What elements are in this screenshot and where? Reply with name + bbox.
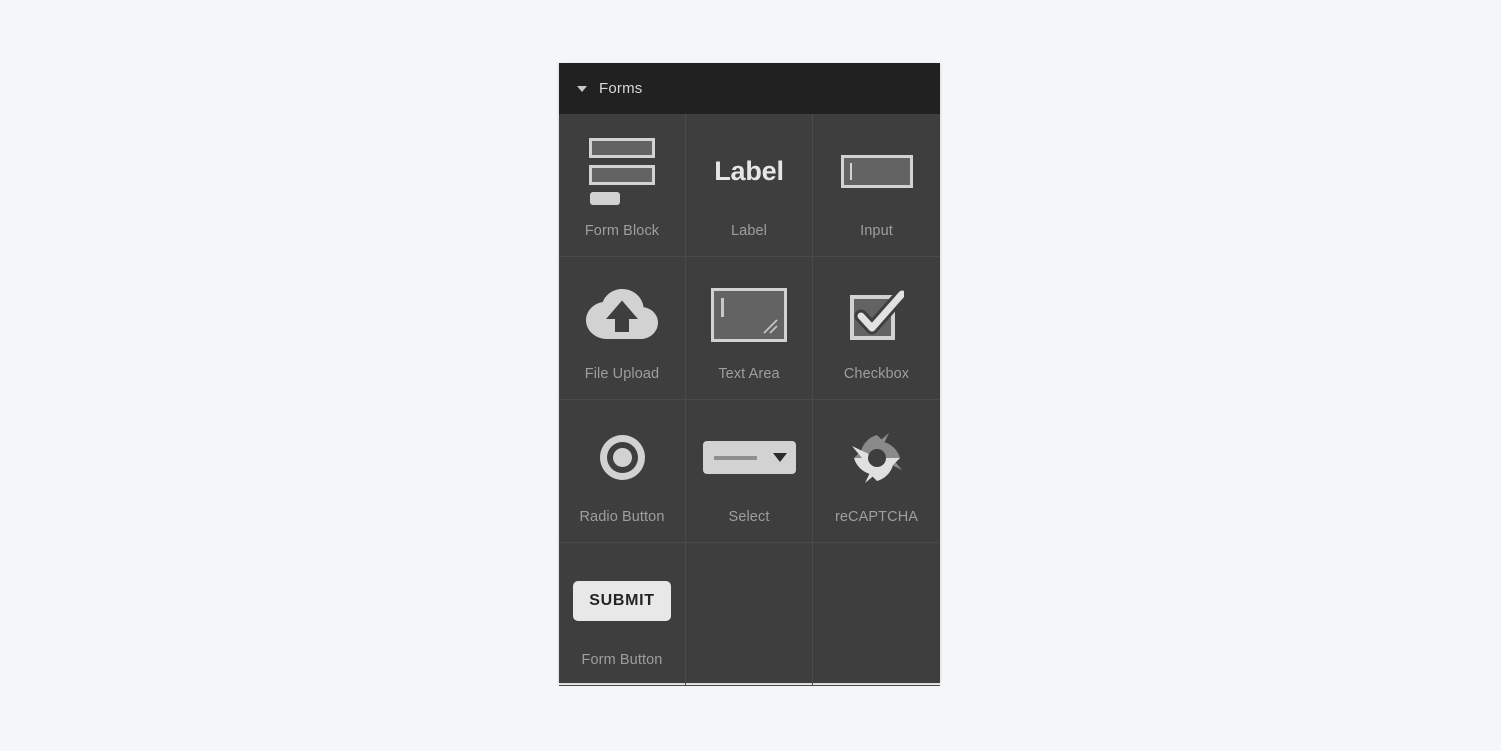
element-item-select[interactable]: Select	[686, 400, 813, 543]
screen: Forms Form Block Label Label Input File …	[0, 0, 1501, 751]
label-icon: Label	[686, 114, 812, 223]
element-label: Label	[731, 223, 767, 239]
forms-panel: Forms Form Block Label Label Input File …	[559, 63, 940, 686]
element-label: Checkbox	[843, 366, 910, 382]
chevron-down-icon[interactable]	[575, 82, 589, 96]
element-item-checkbox[interactable]: Checkbox	[813, 257, 940, 400]
checkbox-icon	[813, 257, 940, 366]
element-label: File Upload	[584, 366, 660, 382]
label-glyph-text: Label	[714, 156, 784, 186]
forms-element-grid: Form Block Label Label Input File Upload…	[559, 114, 940, 686]
element-label: reCAPTCHA	[834, 509, 919, 525]
input-field-icon	[813, 114, 940, 223]
element-label: Text Area	[718, 366, 780, 382]
element-item-input[interactable]: Input	[813, 114, 940, 257]
element-item-label[interactable]: Label Label	[686, 114, 813, 257]
recaptcha-refresh-icon	[813, 400, 940, 509]
element-label: Input	[860, 223, 893, 239]
cloud-upload-icon	[559, 257, 685, 366]
panel-title: Forms	[599, 80, 643, 97]
form-block-icon	[559, 114, 685, 223]
submit-button-icon: SUBMIT	[559, 543, 685, 652]
element-label: Radio Button	[579, 509, 665, 525]
element-item-form-block[interactable]: Form Block	[559, 114, 686, 257]
element-item-radio-button[interactable]: Radio Button	[559, 400, 686, 543]
submit-button-glyph-text: SUBMIT	[573, 580, 671, 621]
empty-grid-cell	[686, 543, 813, 686]
empty-grid-cell	[813, 543, 940, 686]
element-item-file-upload[interactable]: File Upload	[559, 257, 686, 400]
forms-panel-header[interactable]: Forms	[559, 63, 940, 114]
element-item-form-button[interactable]: SUBMIT Form Button	[559, 543, 686, 686]
element-item-recaptcha[interactable]: reCAPTCHA	[813, 400, 940, 543]
element-label: Select	[728, 509, 770, 525]
element-label: Form Button	[581, 652, 663, 668]
element-item-text-area[interactable]: Text Area	[686, 257, 813, 400]
text-area-icon	[686, 257, 812, 366]
element-label: Form Block	[584, 223, 660, 239]
radio-button-icon	[559, 400, 685, 509]
select-dropdown-icon	[686, 400, 812, 509]
